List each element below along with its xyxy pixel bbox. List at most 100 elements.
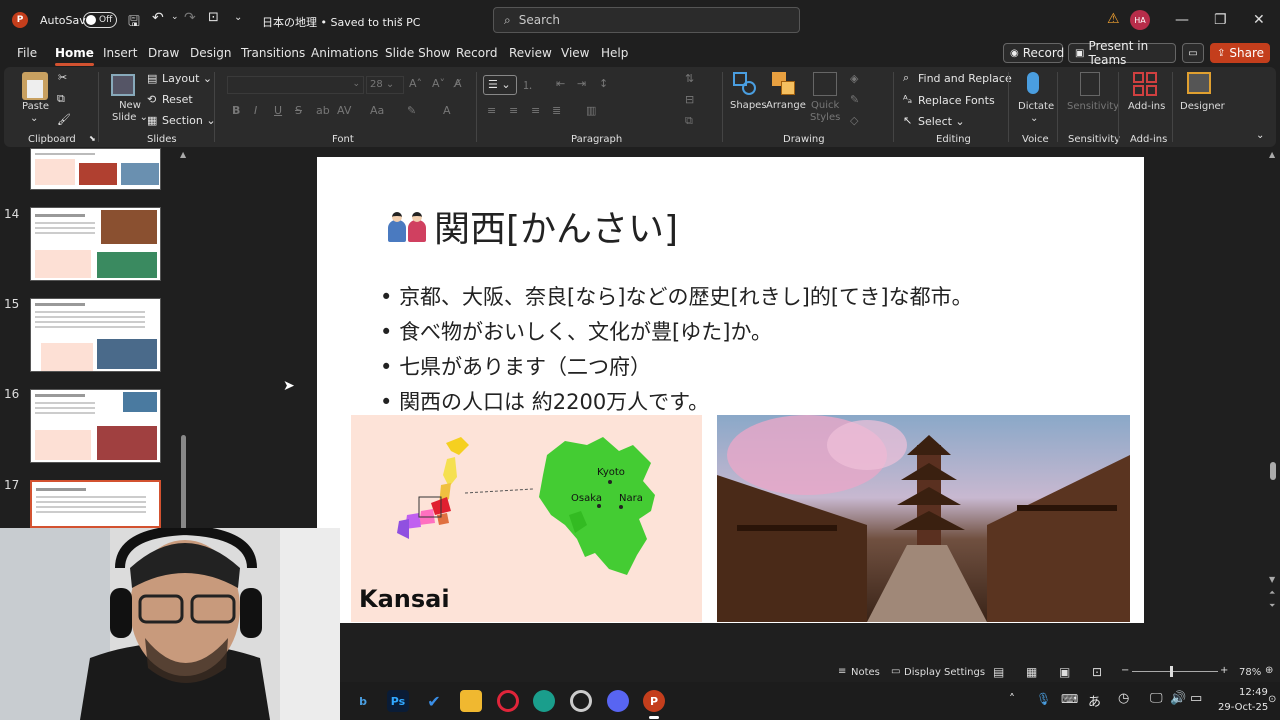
slide-thumbnail-17[interactable]	[30, 480, 161, 528]
bold-icon[interactable]: B	[232, 104, 240, 117]
warning-icon[interactable]: ⚠	[1107, 11, 1120, 27]
slide-thumbnail-15[interactable]	[30, 298, 161, 372]
replace-fonts-button[interactable]: Replace Fonts	[918, 94, 995, 107]
decrease-font-icon[interactable]: A˅	[432, 77, 445, 90]
cut-icon[interactable]: ✂	[58, 71, 67, 84]
arrange-button[interactable]: Arrange	[766, 100, 806, 111]
designer-button[interactable]: Designer	[1180, 101, 1225, 112]
close-window-icon[interactable]: ✕	[1253, 12, 1265, 28]
tab-insert[interactable]: Insert	[103, 46, 137, 60]
columns-icon[interactable]: ▥	[586, 104, 596, 117]
zoom-level[interactable]: 78%	[1239, 667, 1261, 678]
opera-icon[interactable]	[497, 690, 519, 712]
bullet-item[interactable]: • 関西の人口は 約2200万人です。	[380, 386, 709, 416]
slideshow-view-icon[interactable]: ⊡	[1092, 665, 1102, 679]
collapse-ribbon-icon[interactable]: ⌄	[1256, 130, 1264, 141]
notes-button[interactable]: Notes	[851, 667, 880, 678]
autosave-toggle[interactable]: Off	[83, 12, 117, 28]
scrollbar-thumb[interactable]	[181, 435, 186, 530]
paste-button[interactable]: Paste	[22, 101, 49, 112]
strikethrough-icon[interactable]: S	[295, 104, 302, 117]
increase-font-icon[interactable]: A˄	[409, 77, 422, 90]
slide-thumbnail-14[interactable]	[30, 207, 161, 281]
add-ins-icon[interactable]	[1133, 72, 1157, 96]
tab-slide-show[interactable]: Slide Show	[385, 46, 450, 60]
bullet-item[interactable]: • 京都、大阪、奈良[なら]などの歴史[れきし]的[てき]な都市。	[380, 281, 973, 311]
tab-animations[interactable]: Animations	[311, 46, 378, 60]
zoom-in-icon[interactable]: +	[1220, 665, 1228, 676]
minimize-icon[interactable]: —	[1175, 12, 1189, 28]
present-in-teams-button[interactable]: ▣ Present in Teams	[1068, 39, 1176, 67]
normal-view-icon[interactable]: ▤	[993, 665, 1004, 679]
shape-fill-icon[interactable]: ◈	[850, 72, 858, 85]
kyoto-street-photo[interactable]	[717, 415, 1130, 622]
bullet-item[interactable]: • 七県があります（二つ府）	[380, 351, 651, 381]
customize-qat-icon[interactable]: ⌄	[234, 12, 242, 23]
align-right-icon[interactable]: ≡	[531, 104, 540, 117]
present-from-start-icon[interactable]: ⊡	[208, 10, 219, 25]
tray-chevron-icon[interactable]: ˄	[1009, 692, 1015, 706]
text-direction-icon[interactable]: ⇅	[685, 72, 694, 85]
discord-icon[interactable]	[607, 690, 629, 712]
select-button[interactable]: Select ⌄	[918, 115, 965, 128]
find-and-replace-button[interactable]: Find and Replace	[918, 72, 1012, 85]
shapes-icon[interactable]	[733, 72, 757, 98]
zoom-slider[interactable]	[1132, 666, 1218, 677]
shapes-button[interactable]: Shapes	[730, 100, 767, 111]
dictate-button[interactable]: Dictate	[1018, 101, 1054, 112]
tab-record[interactable]: Record	[456, 46, 497, 60]
paste-dropdown-icon[interactable]: ⌄	[30, 113, 38, 124]
slide-thumbnail-13[interactable]	[30, 148, 161, 190]
clock-time[interactable]: 12:49	[1239, 687, 1268, 698]
volume-icon[interactable]: 🔊	[1170, 691, 1186, 706]
change-case-icon[interactable]: Aa	[370, 104, 384, 117]
new-slide-icon[interactable]	[111, 74, 135, 96]
fit-to-window-icon[interactable]: ⊕	[1265, 665, 1273, 676]
user-avatar[interactable]: HA	[1130, 10, 1150, 30]
reset-icon[interactable]: ⟲	[147, 93, 156, 106]
zoom-slider-thumb[interactable]	[1170, 666, 1173, 677]
slide-title[interactable]: 関西[かんさい]	[434, 200, 678, 252]
slide-sorter-icon[interactable]: ▦	[1026, 665, 1037, 679]
ime-icon[interactable]: あ	[1088, 691, 1101, 710]
tab-help[interactable]: Help	[601, 46, 628, 60]
todo-icon[interactable]: ✔	[423, 690, 445, 712]
scrollbar-thumb[interactable]	[1270, 462, 1276, 480]
search-box[interactable]: ⌕ Search	[493, 7, 800, 33]
dictate-dropdown-icon[interactable]: ⌄	[1030, 113, 1038, 124]
clipboard-launcher-icon[interactable]: ⬊	[89, 134, 96, 143]
display-settings-icon[interactable]: ▭	[891, 666, 900, 677]
share-button[interactable]: ⇪ Share	[1210, 43, 1270, 63]
kansai-map-image[interactable]: Kyoto Osaka Nara Kansai	[351, 415, 702, 622]
tab-home[interactable]: Home	[55, 46, 94, 66]
new-slide-button[interactable]: New Slide ⌄	[112, 100, 148, 124]
underline-icon[interactable]: U	[274, 104, 282, 117]
previous-slide-icon[interactable]: ⏶	[1269, 588, 1275, 598]
align-text-icon[interactable]: ⊟	[685, 93, 694, 106]
notes-icon[interactable]: ≡	[838, 666, 846, 677]
replace-fonts-icon[interactable]: ᴬₐ	[903, 93, 912, 106]
section-button[interactable]: Section ⌄	[162, 114, 216, 127]
paste-icon[interactable]	[22, 72, 48, 100]
edge-icon[interactable]	[533, 690, 555, 712]
tab-view[interactable]: View	[561, 46, 589, 60]
shape-effects-icon[interactable]: ◇	[850, 114, 858, 127]
section-icon[interactable]: ▦	[147, 114, 157, 127]
bullets-button[interactable]: ☰ ⌄	[483, 75, 517, 95]
reading-view-icon[interactable]: ▣	[1059, 665, 1070, 679]
clear-formatting-icon[interactable]: A̸	[454, 77, 462, 90]
sensitivity-button[interactable]: Sensitivity	[1067, 101, 1119, 112]
shadow-icon[interactable]: ab	[316, 104, 330, 117]
restore-icon[interactable]: ❐	[1214, 12, 1227, 28]
zoom-out-icon[interactable]: −	[1121, 665, 1129, 676]
thumbnail-scrollbar[interactable]: ▲	[180, 150, 188, 530]
battery-icon[interactable]: ▭	[1190, 691, 1202, 706]
quick-styles-button[interactable]: Quick Styles	[810, 100, 840, 124]
powerpoint-taskbar-icon[interactable]: P	[643, 690, 665, 712]
format-painter-icon[interactable]: 🖌	[57, 113, 71, 126]
slide-scrollbar[interactable]: ▲ ▼ ⏶ ⏷	[1268, 150, 1278, 615]
microphone-icon[interactable]	[1027, 72, 1039, 94]
align-left-icon[interactable]: ≡	[487, 104, 496, 117]
tab-transitions[interactable]: Transitions	[241, 46, 305, 60]
designer-icon[interactable]	[1187, 72, 1211, 94]
